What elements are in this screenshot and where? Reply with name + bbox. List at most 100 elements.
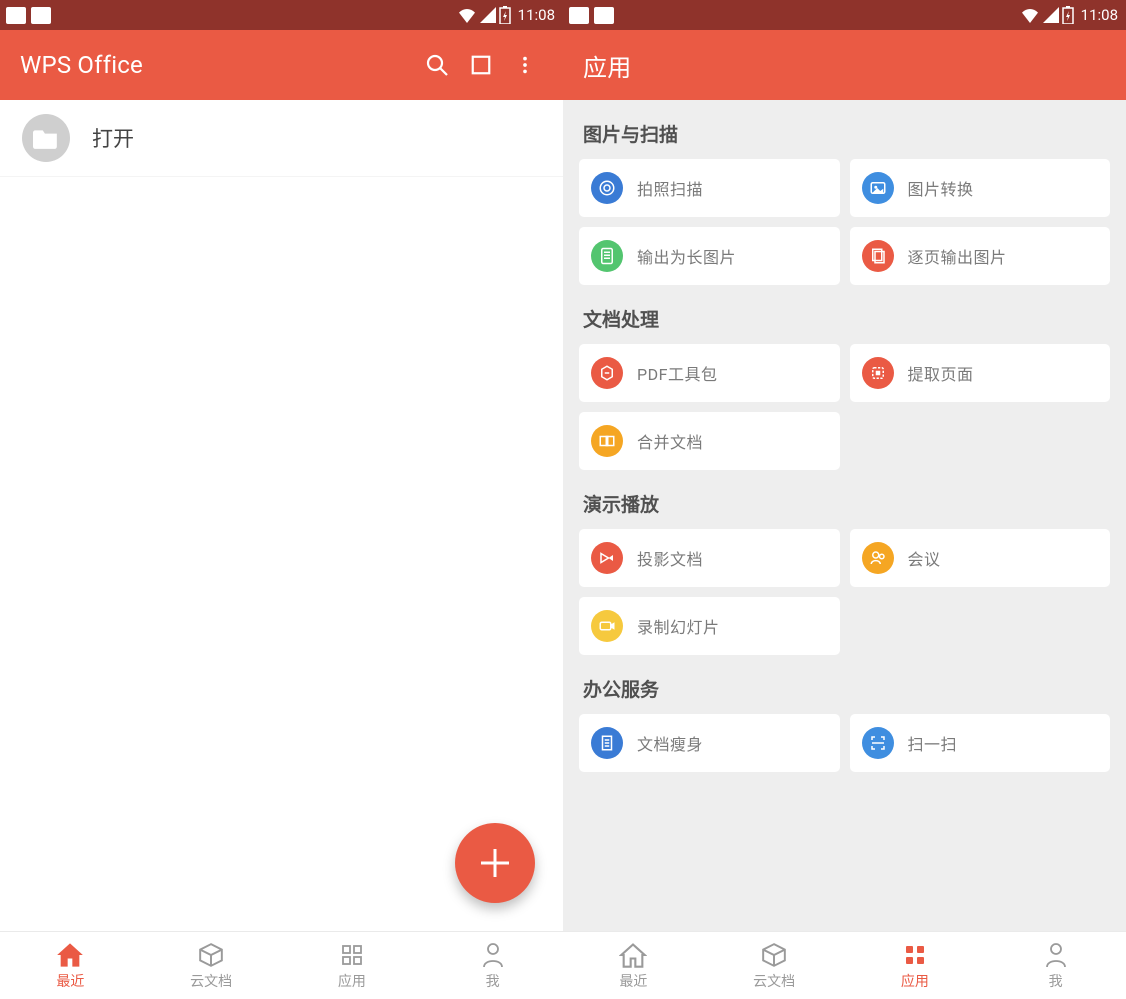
nav-apps[interactable]: 应用 <box>845 932 986 999</box>
search-icon <box>425 53 449 77</box>
tile-label: 投影文档 <box>637 546 703 570</box>
person-icon <box>1042 941 1070 969</box>
cube-icon <box>197 941 225 969</box>
app-tile[interactable]: 文档瘦身 <box>579 714 840 772</box>
app-tile[interactable]: 会议 <box>850 529 1111 587</box>
status-bar: 11:08 <box>0 0 563 30</box>
grid-icon <box>338 941 366 969</box>
page-title: 应用 <box>583 48 631 83</box>
nav-me[interactable]: 我 <box>422 932 563 999</box>
tile-label: PDF工具包 <box>637 361 717 385</box>
wifi-icon <box>1020 7 1040 23</box>
battery-icon <box>1062 6 1074 24</box>
tile-label: 提取页面 <box>908 361 974 385</box>
app-tile[interactable]: 图片转换 <box>850 159 1111 217</box>
apps-content[interactable]: 图片与扫描拍照扫描 图片转换输出为长图片 逐页输出图片文档处理 PDF工具包 提取页面合… <box>563 100 1126 931</box>
screen-apps: 11:08 应用 图片与扫描拍照扫描图片转换输出为长图片逐页输出图片文档处理PD… <box>563 0 1126 999</box>
cube-icon <box>760 941 788 969</box>
app-bar: WPS Office <box>0 30 563 100</box>
tile-grid: 文档瘦身 扫一扫 <box>579 714 1110 772</box>
image-icon <box>862 172 894 204</box>
section-title: 图片与扫描 <box>579 100 1110 159</box>
open-label: 打开 <box>92 123 134 153</box>
bottom-nav: 最近 云文档 应用 我 <box>563 931 1126 999</box>
nav-label: 最近 <box>619 971 647 991</box>
plus-icon <box>475 843 515 883</box>
nav-label: 我 <box>1049 971 1063 991</box>
tile-label: 文档瘦身 <box>637 731 703 755</box>
pdf-icon <box>591 357 623 389</box>
tile-grid: PDF工具包 提取页面合并文档 <box>579 344 1110 470</box>
nav-label: 最近 <box>56 971 84 991</box>
app-tile[interactable]: 提取页面 <box>850 344 1111 402</box>
app-title: WPS Office <box>20 51 143 79</box>
app-tile[interactable]: 投影文档 <box>579 529 840 587</box>
app-tile[interactable]: 拍照扫描 <box>579 159 840 217</box>
scan-icon <box>862 727 894 759</box>
folder-icon <box>22 114 70 162</box>
nav-cloud[interactable]: 云文档 <box>704 932 845 999</box>
app-tile[interactable]: 合并文档 <box>579 412 840 470</box>
app-bar: 应用 <box>563 30 1126 100</box>
recent-content: 打开 <box>0 100 563 931</box>
multiwindow-button[interactable] <box>459 43 503 87</box>
app-tile[interactable]: 录制幻灯片 <box>579 597 840 655</box>
wifi-icon <box>457 7 477 23</box>
square-icon <box>470 54 492 76</box>
section-title: 办公服务 <box>579 655 1110 714</box>
overflow-button[interactable] <box>503 43 547 87</box>
nav-recent[interactable]: 最近 <box>0 932 141 999</box>
more-vertical-icon <box>514 54 536 76</box>
nav-label: 我 <box>486 971 500 991</box>
screen-recent: 11:08 WPS Office 打开 最近 <box>0 0 563 999</box>
home-icon <box>619 941 647 969</box>
nav-label: 应用 <box>338 971 366 991</box>
nav-label: 应用 <box>901 971 929 991</box>
tile-grid: 投影文档 会议录制幻灯片 <box>579 529 1110 655</box>
extract-icon <box>862 357 894 389</box>
app-tile[interactable]: 扫一扫 <box>850 714 1111 772</box>
recent-apps-icon <box>6 7 51 24</box>
tile-label: 图片转换 <box>908 176 974 200</box>
nav-cloud[interactable]: 云文档 <box>141 932 282 999</box>
record-icon <box>591 610 623 642</box>
nav-recent[interactable]: 最近 <box>563 932 704 999</box>
tile-label: 合并文档 <box>637 429 703 453</box>
long-image-icon <box>591 240 623 272</box>
open-row[interactable]: 打开 <box>0 100 563 177</box>
status-bar: 11:08 <box>563 0 1126 30</box>
battery-icon <box>499 6 511 24</box>
tile-label: 输出为长图片 <box>637 244 736 268</box>
tile-label: 扫一扫 <box>908 731 958 755</box>
section-title: 文档处理 <box>579 285 1110 344</box>
recent-apps-icon <box>569 7 614 24</box>
tile-label: 会议 <box>908 546 941 570</box>
nav-label: 云文档 <box>190 971 232 991</box>
app-tile[interactable]: PDF工具包 <box>579 344 840 402</box>
merge-icon <box>591 425 623 457</box>
tile-label: 逐页输出图片 <box>908 244 1007 268</box>
camera-icon <box>591 172 623 204</box>
app-tile[interactable]: 输出为长图片 <box>579 227 840 285</box>
app-tile[interactable]: 逐页输出图片 <box>850 227 1111 285</box>
clock-label: 11:08 <box>518 6 555 24</box>
pages-icon <box>862 240 894 272</box>
nav-me[interactable]: 我 <box>985 932 1126 999</box>
section-title: 演示播放 <box>579 470 1110 529</box>
tile-label: 拍照扫描 <box>637 176 703 200</box>
tile-label: 录制幻灯片 <box>637 614 720 638</box>
nav-apps[interactable]: 应用 <box>282 932 423 999</box>
fab-new[interactable] <box>455 823 535 903</box>
person-icon <box>479 941 507 969</box>
projector-icon <box>591 542 623 574</box>
clock-label: 11:08 <box>1081 6 1118 24</box>
compress-icon <box>591 727 623 759</box>
tile-grid: 拍照扫描 图片转换输出为长图片 逐页输出图片 <box>579 159 1110 285</box>
bottom-nav: 最近 云文档 应用 我 <box>0 931 563 999</box>
grid-icon <box>901 941 929 969</box>
search-button[interactable] <box>415 43 459 87</box>
meeting-icon <box>862 542 894 574</box>
nav-label: 云文档 <box>753 971 795 991</box>
home-icon <box>56 941 84 969</box>
signal-icon <box>1043 7 1059 23</box>
